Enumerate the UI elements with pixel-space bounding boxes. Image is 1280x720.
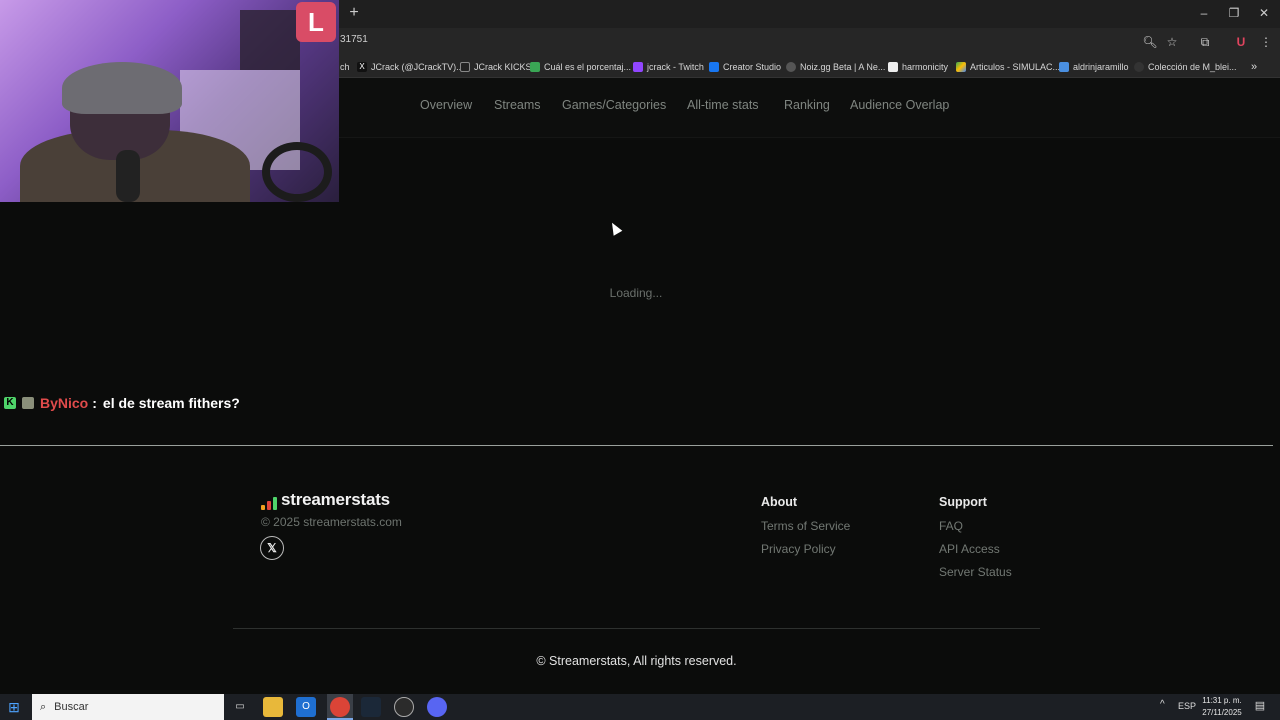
system-clock[interactable]: 11:31 p. m. 27/11/2025	[1198, 695, 1246, 719]
channel-logo-sign: L	[296, 2, 336, 42]
kick-badge-icon: K	[4, 397, 16, 409]
more-bookmarks-button[interactable]: »	[1251, 60, 1257, 74]
footer-copyright-small: © 2025 streamerstats.com	[261, 515, 402, 529]
chrome-icon[interactable]	[330, 697, 350, 717]
site-footer: streamerstats © 2025 streamerstats.com 𝕏…	[0, 446, 1280, 694]
streamer-cap	[62, 62, 182, 114]
webcam-overlay: L	[0, 0, 339, 202]
nav-streams[interactable]: Streams	[494, 98, 541, 112]
x-social-icon[interactable]: 𝕏	[260, 536, 284, 560]
restore-button[interactable]: ❐	[1224, 4, 1244, 22]
search-placeholder: Buscar	[54, 701, 89, 713]
api-access-link[interactable]: API Access	[939, 542, 1000, 556]
bars-icon	[261, 496, 277, 510]
bookmark-item[interactable]: jcrack - Twitch	[633, 60, 704, 74]
taskbar-search[interactable]: ⌕ Buscar	[32, 694, 224, 720]
privacy-link[interactable]: Privacy Policy	[761, 542, 836, 556]
url-field[interactable]: 31751	[340, 34, 368, 45]
steam-icon[interactable]	[361, 697, 381, 717]
terms-link[interactable]: Terms of Service	[761, 519, 850, 533]
language-indicator[interactable]: ESP	[1178, 701, 1196, 711]
bookmark-item[interactable]: Noiz.gg Beta | A Ne...	[786, 60, 885, 74]
steering-wheel	[262, 142, 332, 202]
kick-icon	[460, 62, 470, 72]
footer-rights: © Streamerstats, All rights reserved.	[536, 654, 737, 668]
windows-start-icon[interactable]: ⊞	[6, 699, 22, 715]
bookmark-item[interactable]: X JCrack (@JCrackTV)...	[357, 60, 464, 74]
bookmark-item[interactable]: Creator Studio	[709, 60, 781, 74]
minimize-button[interactable]: –	[1194, 4, 1214, 22]
noiz-icon	[786, 62, 796, 72]
chat-separator: :	[92, 395, 97, 411]
blue-icon	[1059, 62, 1069, 72]
nav-games-categories[interactable]: Games/Categories	[562, 98, 666, 112]
file-explorer-icon[interactable]	[263, 697, 283, 717]
loading-indicator: Loading...	[609, 286, 663, 300]
footer-rule	[233, 628, 1040, 629]
nav-all-time-stats[interactable]: All-time stats	[687, 98, 759, 112]
app-icon[interactable]	[394, 697, 414, 717]
bookmark-star-icon[interactable]: ☆	[1164, 34, 1180, 50]
faq-link[interactable]: FAQ	[939, 519, 963, 533]
bookmark-item[interactable]: ch	[340, 60, 350, 74]
outlook-icon[interactable]: O	[296, 697, 316, 717]
tray-expand-icon[interactable]: ^	[1160, 699, 1165, 710]
about-heading: About	[761, 495, 798, 509]
extensions-icon[interactable]: ⧉	[1197, 34, 1213, 50]
bookmark-item[interactable]: Cuál es el porcentaj...	[530, 60, 631, 74]
zoom-icon[interactable]: 🔍︎	[1142, 34, 1158, 50]
server-status-link[interactable]: Server Status	[939, 565, 1012, 579]
microphone	[116, 150, 140, 202]
menu-icon[interactable]: ⋮	[1258, 34, 1274, 50]
green-icon	[530, 62, 540, 72]
chat-message: K ByNico : el de stream fithers?	[4, 393, 240, 413]
search-icon: ⌕	[40, 700, 47, 713]
bookmark-item[interactable]: harmonicity	[888, 60, 948, 74]
globe-icon	[1134, 62, 1144, 72]
bookmark-item[interactable]: aldrinjaramillo	[1059, 60, 1129, 74]
brand-logo[interactable]: streamerstats	[261, 490, 390, 510]
doc-icon	[888, 62, 898, 72]
chat-username: ByNico	[40, 395, 89, 411]
bookmark-item[interactable]: Colección de M_blei...	[1134, 60, 1237, 74]
user-badge-icon	[22, 397, 34, 409]
windows-taskbar: ⊞ ⌕ Buscar ▭ O ^ ESP 11:31 p. m. 27/11/2…	[0, 694, 1280, 720]
discord-icon[interactable]	[427, 697, 447, 717]
profile-icon[interactable]: U	[1233, 34, 1249, 50]
bookmark-item[interactable]: Articulos - SIMULAC...	[956, 60, 1060, 74]
notification-icon[interactable]: ▤	[1252, 699, 1268, 715]
facebook-icon	[709, 62, 719, 72]
close-button[interactable]: ✕	[1254, 4, 1274, 22]
brand-name: streamerstats	[281, 490, 390, 509]
background-monitor	[240, 10, 300, 70]
chat-text: el de stream fithers?	[102, 395, 240, 411]
nav-ranking[interactable]: Ranking	[784, 98, 830, 112]
x-icon: X	[357, 62, 367, 72]
mouse-cursor	[607, 220, 623, 236]
drive-icon	[956, 62, 966, 72]
support-heading: Support	[939, 495, 987, 509]
clock-date: 27/11/2025	[1202, 708, 1242, 717]
new-tab-button[interactable]: +	[346, 5, 362, 21]
twitch-icon	[633, 62, 643, 72]
nav-overview[interactable]: Overview	[420, 98, 472, 112]
nav-audience-overlap[interactable]: Audience Overlap	[850, 98, 949, 112]
clock-time: 11:31 p. m.	[1202, 696, 1242, 705]
task-view-icon[interactable]: ▭	[230, 697, 250, 717]
bookmark-item[interactable]: JCrack KICKS	[460, 60, 532, 74]
